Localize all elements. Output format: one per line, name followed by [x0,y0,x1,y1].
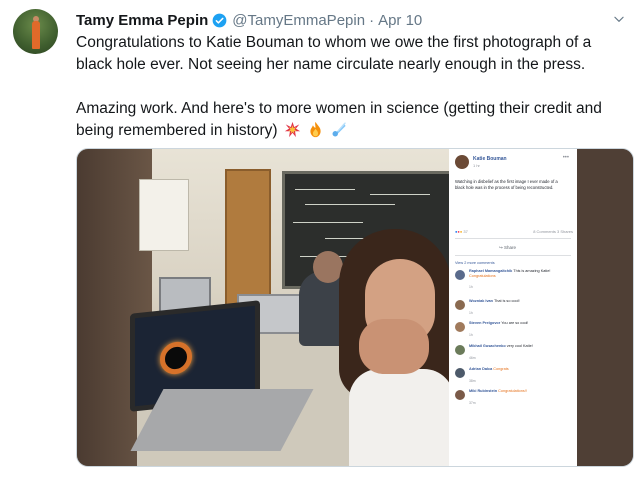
tweet-header: Tamy Emma Pepin @TamyEmmaPepin · Apr 10 [76,10,422,30]
tweet-date[interactable]: Apr 10 [378,12,422,29]
fb-comment: Wozniak Ivan That is so cool! 1h [455,299,571,321]
fb-post-text: Watching in disbelief as the first image… [455,179,558,190]
photo-right-edge [577,149,633,466]
chevron-down-icon[interactable] [612,12,626,26]
fire-icon [310,121,321,138]
lab-photo [77,149,449,466]
collision-icon [284,121,301,138]
fb-comment-avatar [455,390,465,400]
tweet: Tamy Emma Pepin @TamyEmmaPepin · Apr 10 … [0,0,640,477]
fb-share: ↪ Share [499,245,517,250]
fb-comment: Mikhail Gusachenko very cool Katie! 46m [455,344,571,366]
fb-comment-avatar [455,345,465,355]
fb-time: 1 hr [473,163,480,168]
fb-comment-avatar [455,368,465,378]
fb-divider [455,238,571,239]
photo-door [225,169,271,313]
fb-header: Katie Bouman 1 hr ••• [455,155,573,177]
fb-comment: Adrian Dalca Congrats 38m [455,367,571,389]
fb-comment: Steven Prelgovor You are so cool! 1h [455,321,571,343]
author-avatar[interactable] [13,9,58,54]
avatar-figure [32,21,40,49]
tweet-paragraph-1: Congratulations to Katie Bouman to whom … [76,34,592,73]
tweet-text: Congratulations to Katie Bouman to whom … [76,32,621,142]
comet-icon [332,122,346,137]
fb-comment: Raphael Mamangaltchik This is amazing Ka… [455,269,571,291]
black-hole-image [160,340,192,376]
fb-view-previous: View 2 more comments [455,261,495,265]
facebook-post-screenshot: Katie Bouman 1 hr ••• Watching in disbel… [449,149,577,466]
photo-katie-bouman [339,229,449,466]
fb-comment-avatar [455,270,465,280]
fb-comment: Miki Rubinstein Congratulations!! 37m [455,389,571,411]
fb-comment-avatar [455,322,465,332]
author-handle[interactable]: @TamyEmmaPepin [232,12,365,29]
fb-comment-avatar [455,300,465,310]
fb-reactions: ●●● 37 [455,229,468,234]
fb-divider [455,255,571,256]
photo-whiteboard-sheet [139,179,189,251]
fb-avatar [455,155,469,169]
more-icon: ••• [562,155,569,161]
verified-badge-icon [212,13,227,27]
tweet-paragraph-2-wrap: Amazing work. And here's to more women i… [76,98,621,142]
header-separator: · [369,11,375,29]
tweet-media[interactable]: Katie Bouman 1 hr ••• Watching in disbel… [76,148,634,467]
author-name[interactable]: Tamy Emma Pepin [76,12,208,29]
fb-name: Katie Bouman [473,156,507,162]
fb-counts: 8 Comments 3 Shares [533,229,573,234]
